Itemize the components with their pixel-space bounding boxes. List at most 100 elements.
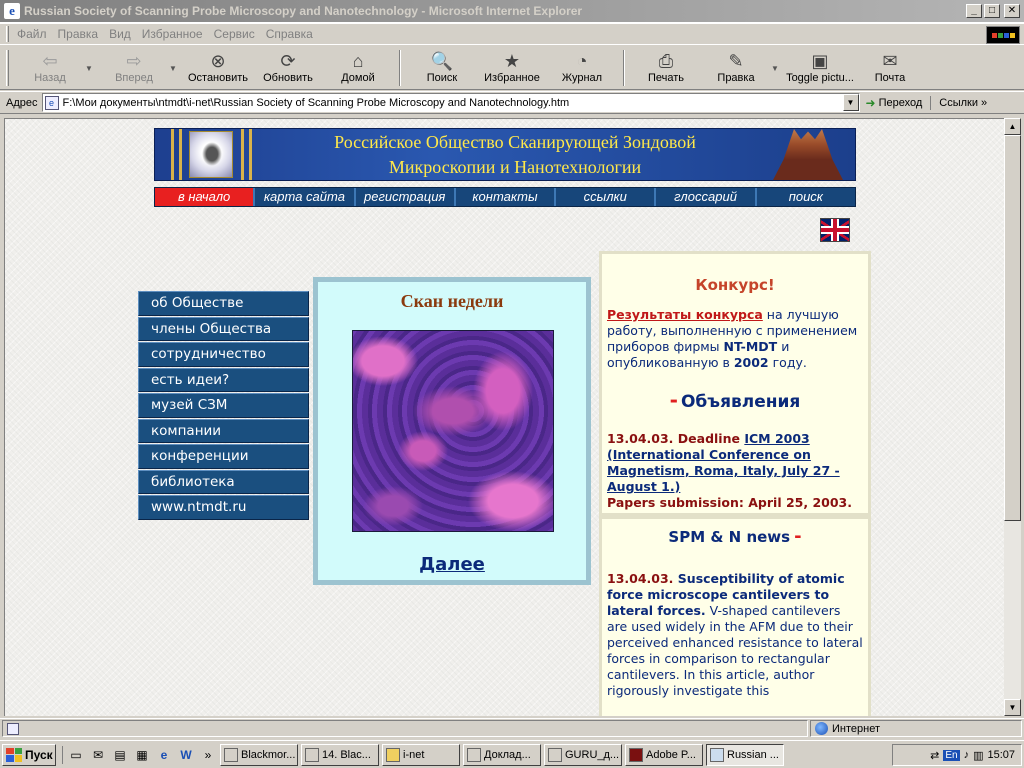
forward-button[interactable]: ⇨ Вперед [99, 50, 169, 88]
leftnav-members[interactable]: члены Общества [138, 316, 309, 341]
zone-label: Интернет [832, 722, 880, 735]
task-russian[interactable]: Russian ... [706, 743, 784, 766]
page-viewport[interactable]: Российское Общество Сканирующей Зондовой… [4, 118, 1004, 716]
refresh-button[interactable]: ⟳ Обновить [253, 50, 323, 88]
history-button[interactable]: ◔ Журнал [547, 50, 617, 88]
task-doklad[interactable]: Доклад... [463, 743, 541, 766]
leftnav-ntmdt[interactable]: www.ntmdt.ru [138, 495, 309, 520]
scroll-up-button[interactable]: ▲ [1004, 118, 1021, 135]
search-button[interactable]: 🔍 Поиск [407, 50, 477, 88]
address-bar: Адрес e F:\Мои документы\ntmdt\i-net\Rus… [0, 91, 1024, 114]
folder-icon [386, 747, 400, 762]
history-label: Журнал [561, 72, 603, 84]
contest-results-link[interactable]: Результаты конкурса [607, 307, 763, 322]
leftnav-cooperation[interactable]: сотрудничество [138, 342, 309, 367]
scan-more-link[interactable]: Далее [318, 554, 586, 575]
refresh-icon: ⟳ [280, 51, 296, 71]
contest-title: Конкурс! [695, 276, 775, 294]
nav-sitemap[interactable]: карта сайта [255, 188, 356, 206]
go-label: Переход [878, 96, 923, 109]
menu-favorites[interactable]: Избранное [142, 27, 203, 41]
tray-app-icon[interactable]: ▥ [973, 749, 983, 762]
scroll-thumb[interactable] [1004, 135, 1021, 521]
nav-links[interactable]: ссылки [556, 188, 657, 206]
edit-dropdown-icon[interactable]: ▼ [771, 50, 785, 73]
back-label: Назад [34, 72, 66, 84]
close-button[interactable]: ✕ [1004, 4, 1020, 18]
news-item: 13.04.03. Susceptibility of atomic force… [602, 571, 868, 699]
show-desktop-icon[interactable]: ▭ [67, 746, 85, 764]
menu-edit[interactable]: Правка [58, 27, 99, 41]
network-icon[interactable]: ⇄ [930, 749, 939, 762]
folder-icon[interactable]: ▤ [111, 746, 129, 764]
links-button[interactable]: Ссылки » [939, 97, 987, 109]
nav-contacts[interactable]: контакты [456, 188, 557, 206]
nav-glossary[interactable]: глоссарий [656, 188, 757, 206]
favorites-button[interactable]: ★ Избранное [477, 50, 547, 88]
volume-icon[interactable]: ♪ [964, 749, 970, 761]
address-input[interactable]: e F:\Мои документы\ntmdt\i-net\Russian S… [41, 93, 860, 112]
quick-launch: ▭ ✉ ▤ ▦ e W » [62, 745, 217, 764]
news-column: Конкурс! Результаты конкурса на лучшую р… [599, 251, 871, 716]
scan-of-week-panel: Скан недели Далее [313, 277, 591, 585]
task-blackmore-2[interactable]: 14. Blac... [301, 743, 379, 766]
task-i-net[interactable]: i-net [382, 743, 460, 766]
news-title-text: SPM & N news [668, 528, 791, 546]
toggle-pictures-button[interactable]: ▣ Toggle pictu... [785, 50, 855, 88]
search-label: Поиск [426, 72, 458, 84]
nav-search[interactable]: поиск [757, 188, 855, 206]
task-blackmore-1[interactable]: Blackmor... [220, 743, 298, 766]
clock[interactable]: 15:07 [987, 749, 1015, 761]
leftnav-library[interactable]: библиотека [138, 469, 309, 494]
outlook-icon[interactable]: ✉ [89, 746, 107, 764]
leftnav-about[interactable]: об Обществе [138, 291, 309, 316]
vertical-scrollbar[interactable]: ▲ ▼ [1004, 118, 1021, 716]
address-value[interactable]: F:\Мои документы\ntmdt\i-net\Russian Soc… [63, 97, 843, 109]
title-bar: e Russian Society of Scanning Probe Micr… [0, 0, 1024, 23]
home-button[interactable]: ⌂ Домой [323, 50, 393, 88]
society-crest-logo [189, 131, 233, 178]
section-divider [599, 513, 871, 519]
maximize-button[interactable]: □ [984, 4, 1000, 18]
menu-file[interactable]: Файл [17, 27, 47, 41]
document-icon [548, 747, 562, 762]
print-button[interactable]: ⎙ Печать [631, 50, 701, 88]
menu-help[interactable]: Справка [266, 27, 313, 41]
scan-image[interactable] [352, 330, 554, 532]
address-dropdown-icon[interactable]: ▼ [842, 94, 859, 111]
adobe-icon [629, 747, 643, 762]
favorites-label: Избранное [484, 72, 540, 84]
mail-button[interactable]: ✉ Почта [855, 50, 925, 88]
menu-view[interactable]: Вид [109, 27, 131, 41]
toolbar-grip[interactable] [6, 26, 9, 42]
more-quicklaunch-icon[interactable]: » [199, 746, 217, 764]
toolbar-grip[interactable] [6, 50, 9, 86]
leftnav-conferences[interactable]: конференции [138, 444, 309, 469]
task-guru[interactable]: GURU_д... [544, 743, 622, 766]
nav-registration[interactable]: регистрация [356, 188, 456, 206]
task-adobe[interactable]: Adobe P... [625, 743, 703, 766]
globe-icon [815, 722, 828, 735]
forward-dropdown-icon[interactable]: ▼ [169, 50, 183, 73]
status-bar: Интернет [0, 718, 1024, 738]
stop-button[interactable]: ⊗ Остановить [183, 50, 253, 88]
leftnav-museum[interactable]: музей СЗМ [138, 393, 309, 418]
media-icon [305, 747, 319, 762]
ie-icon[interactable]: e [155, 746, 173, 764]
minimize-button[interactable]: _ [966, 4, 982, 18]
menu-tools[interactable]: Сервис [214, 27, 255, 41]
go-button[interactable]: ➜ Переход [866, 95, 932, 110]
back-button[interactable]: ⇦ Назад [15, 50, 85, 88]
start-button[interactable]: Пуск [2, 743, 56, 766]
word-icon[interactable]: W [177, 746, 195, 764]
scroll-down-button[interactable]: ▼ [1004, 699, 1021, 716]
language-indicator[interactable]: En [943, 749, 960, 761]
uk-flag-icon[interactable] [820, 218, 850, 242]
explorer-icon[interactable]: ▦ [133, 746, 151, 764]
edit-button[interactable]: ✎ Правка [701, 50, 771, 88]
nav-home[interactable]: в начало [155, 188, 256, 206]
leftnav-ideas[interactable]: есть идеи? [138, 367, 309, 392]
home-label: Домой [341, 72, 375, 84]
back-dropdown-icon[interactable]: ▼ [85, 50, 99, 73]
leftnav-companies[interactable]: компании [138, 418, 309, 443]
